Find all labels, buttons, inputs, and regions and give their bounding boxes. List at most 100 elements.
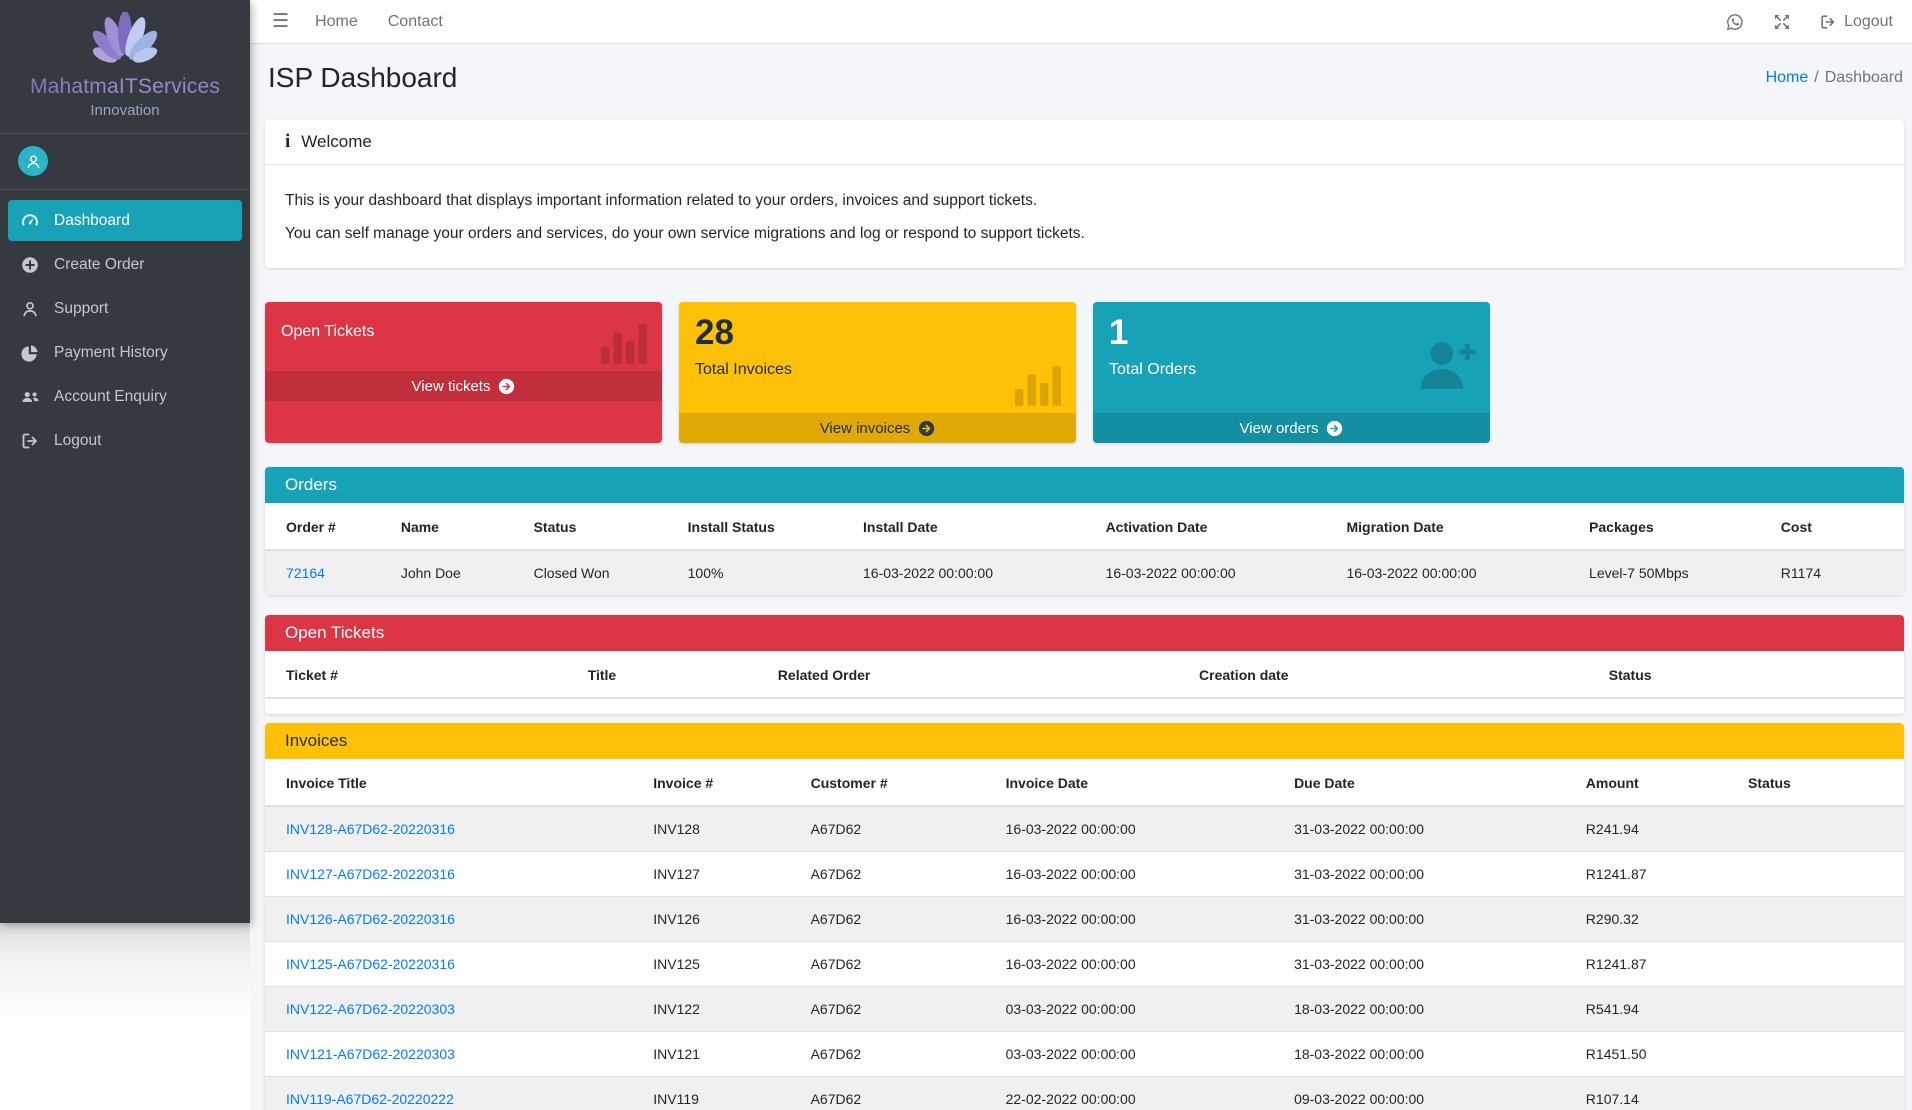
cell: 31-03-2022 00:00:00 <box>1286 897 1578 942</box>
invoice-title-link[interactable]: INV119-A67D62-20220222 <box>286 1091 454 1107</box>
invoice-title-link[interactable]: INV126-A67D62-20220316 <box>286 911 455 927</box>
expand-arrows-icon[interactable] <box>1772 12 1792 32</box>
cell: INV128-A67D62-20220316 <box>265 806 645 852</box>
sidebar-tail <box>0 923 250 1110</box>
invoice-title-link[interactable]: INV127-A67D62-20220316 <box>286 866 455 882</box>
open-tickets-panel-header: Open Tickets <box>265 615 1904 651</box>
column-header: Install Date <box>855 503 1098 550</box>
column-header: Activation Date <box>1098 503 1339 550</box>
sign-out-icon <box>1819 13 1837 31</box>
user-panel <box>0 134 250 190</box>
user-outline-icon <box>20 299 40 319</box>
sidebar-item-label: Logout <box>54 432 101 450</box>
welcome-card-header: i Welcome <box>265 120 1904 165</box>
open-tickets-panel: Open Tickets Ticket #TitleRelated OrderC… <box>265 615 1904 714</box>
cell: INV125-A67D62-20220316 <box>265 942 645 987</box>
cell: INV127-A67D62-20220316 <box>265 852 645 897</box>
cell: R541.94 <box>1578 987 1740 1032</box>
bar-chart-icon <box>1015 364 1063 406</box>
invoice-title-link[interactable]: INV121-A67D62-20220303 <box>286 1046 455 1062</box>
column-header: Title <box>580 651 770 698</box>
column-header: Due Date <box>1286 759 1578 806</box>
brand-tagline: Innovation <box>10 102 240 119</box>
total-orders-card: 1 Total Orders View orders <box>1093 302 1490 443</box>
sidebar-item-payment-history[interactable]: Payment History <box>8 332 242 373</box>
breadcrumb-current: Dashboard <box>1825 69 1903 86</box>
sidebar-item-label: Create Order <box>54 256 144 274</box>
orders-panel: Orders Order #NameStatusInstall StatusIn… <box>265 467 1904 595</box>
cell: 18-03-2022 00:00:00 <box>1286 1032 1578 1077</box>
view-invoices-link[interactable]: View invoices <box>679 413 1076 443</box>
cell: 16-03-2022 00:00:00 <box>998 852 1286 897</box>
gauge-icon <box>20 211 40 231</box>
sidebar-item-support[interactable]: Support <box>8 288 242 329</box>
view-tickets-link[interactable]: View tickets <box>265 371 662 401</box>
open-tickets-table: Ticket #TitleRelated OrderCreation dateS… <box>265 651 1904 699</box>
sidebar-nav: Dashboard Create Order SupportPayment Hist… <box>0 190 250 474</box>
sign-out-icon <box>20 431 40 451</box>
column-header: Related Order <box>770 651 1191 698</box>
sidebar: MahatmaITServices Innovation Dashboard Cr… <box>0 0 250 923</box>
view-orders-link[interactable]: View orders <box>1093 413 1490 443</box>
plus-circle-icon <box>20 255 40 275</box>
cell: 16-03-2022 00:00:00 <box>1098 550 1339 595</box>
cell: 03-03-2022 00:00:00 <box>998 987 1286 1032</box>
orders-panel-header: Orders <box>265 467 1904 503</box>
cell: R1241.87 <box>1578 942 1740 987</box>
nav-link-contact[interactable]: Contact <box>388 13 443 31</box>
page-title: ISP Dashboard <box>268 62 457 94</box>
arrow-circle-right-icon <box>1326 420 1343 437</box>
welcome-paragraph: You can self manage your orders and serv… <box>285 222 1884 246</box>
sidebar-item-account-enquiry[interactable]: Account Enquiry <box>8 376 242 417</box>
cell: 16-03-2022 00:00:00 <box>998 942 1286 987</box>
stat-label: Open Tickets <box>281 323 646 341</box>
table-row: INV119-A67D62-20220222INV119A67D6222-02-… <box>265 1077 1904 1110</box>
nav-link-home[interactable]: Home <box>315 13 358 31</box>
column-header: Invoice Title <box>265 759 645 806</box>
sidebar-item-logout[interactable]: Logout <box>8 420 242 461</box>
cell: INV128 <box>645 806 802 852</box>
cell <box>1740 987 1904 1032</box>
cell: R107.14 <box>1578 1077 1740 1110</box>
brand: MahatmaITServices Innovation <box>0 0 250 134</box>
cell: INV126-A67D62-20220316 <box>265 897 645 942</box>
column-header: Ticket # <box>265 651 580 698</box>
table-row: INV125-A67D62-20220316INV125A67D6216-03-… <box>265 942 1904 987</box>
invoices-table: Invoice TitleInvoice #Customer #Invoice … <box>265 759 1904 1110</box>
arrow-circle-right-icon <box>918 420 935 437</box>
open-tickets-card-body: Open Tickets <box>265 302 662 371</box>
sidebar-item-dashboard[interactable]: Dashboard <box>8 200 242 241</box>
cell: A67D62 <box>803 897 998 942</box>
table-row: INV128-A67D62-20220316INV128A67D6216-03-… <box>265 806 1904 852</box>
sidebar-item-create-order[interactable]: Create Order <box>8 244 242 285</box>
hamburger-menu-icon[interactable]: ☰ <box>272 10 289 33</box>
cell: R1451.50 <box>1578 1032 1740 1077</box>
stat-value: 28 <box>695 315 1060 352</box>
cell: INV125 <box>645 942 802 987</box>
users-icon <box>20 387 40 407</box>
order-number-link[interactable]: 72164 <box>286 565 325 581</box>
cell: INV121 <box>645 1032 802 1077</box>
cell <box>1740 897 1904 942</box>
table-row: INV127-A67D62-20220316INV127A67D6216-03-… <box>265 852 1904 897</box>
cell <box>1740 942 1904 987</box>
pie-chart-icon <box>20 343 40 363</box>
invoice-title-link[interactable]: INV122-A67D62-20220303 <box>286 1001 455 1017</box>
invoice-title-link[interactable]: INV125-A67D62-20220316 <box>286 956 455 972</box>
sidebar-item-label: Dashboard <box>54 212 130 230</box>
welcome-title: Welcome <box>301 132 372 152</box>
cell: 16-03-2022 00:00:00 <box>998 806 1286 852</box>
column-header: Name <box>393 503 526 550</box>
invoice-title-link[interactable]: INV128-A67D62-20220316 <box>286 821 455 837</box>
column-header: Amount <box>1578 759 1740 806</box>
cell: INV121-A67D62-20220303 <box>265 1032 645 1077</box>
navbar-logout-button[interactable]: Logout <box>1819 13 1893 31</box>
breadcrumb-home-link[interactable]: Home <box>1766 69 1809 86</box>
whatsapp-icon[interactable] <box>1725 12 1745 32</box>
breadcrumb: Home/Dashboard <box>1766 69 1903 87</box>
cell: 16-03-2022 00:00:00 <box>855 550 1098 595</box>
table-row: INV126-A67D62-20220316INV126A67D6216-03-… <box>265 897 1904 942</box>
table-row: INV121-A67D62-20220303INV121A67D6203-03-… <box>265 1032 1904 1077</box>
stat-cards-row: Open Tickets View tickets 28 Total Invoi… <box>265 302 1904 443</box>
cell: 03-03-2022 00:00:00 <box>998 1032 1286 1077</box>
